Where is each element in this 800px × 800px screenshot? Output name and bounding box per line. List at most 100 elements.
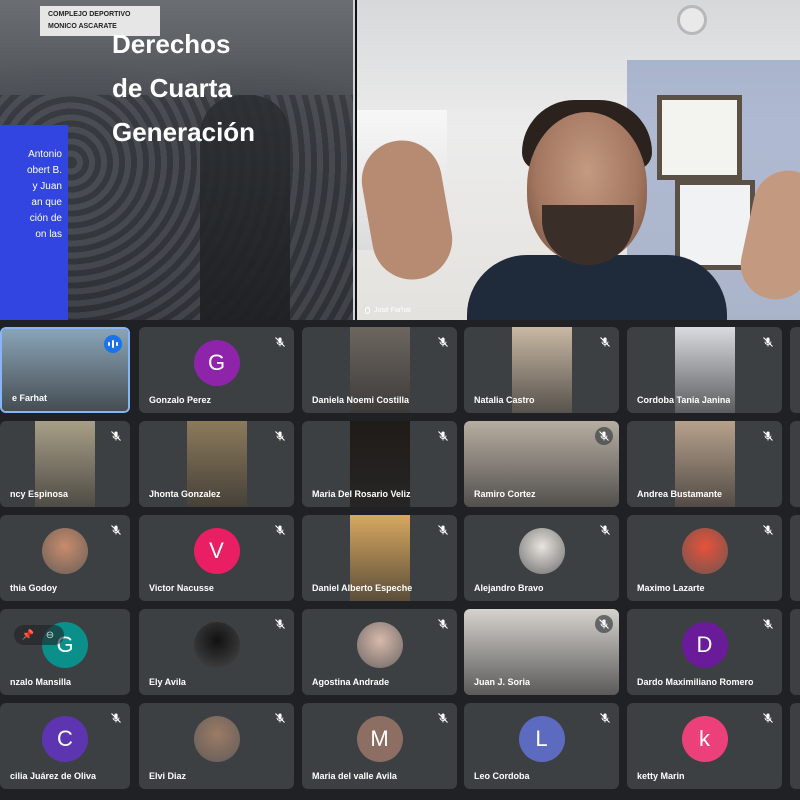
participant-name: Ramiro Cortez [474,489,536,499]
participant-tile[interactable]: thia Godoy [0,515,130,601]
tile-hover-controls[interactable]: 📌 ⊖ [14,625,64,645]
participant-profile-photo [681,528,728,575]
participant-name: Gonzalo Perez [149,395,212,405]
participant-avatar: C [42,716,88,763]
participant-tile[interactable]: e Farhat [0,327,130,413]
presentation-area: COMPLEJO DEPORTIVO MONICO ASCARATE Anton… [0,0,800,320]
participant-tile[interactable]: Daniel Alberto Espeche [302,515,457,601]
participant-tile[interactable]: Ccilia Juárez de Oliva [0,703,130,789]
slide-title-line: de Cuarta [112,73,232,103]
participant-name: Elvi Diaz [149,771,187,781]
participant-tile[interactable]: k ketty Marin [627,703,782,789]
participant-tile[interactable]: Elvi Diaz [139,703,294,789]
slide-box-line: ción de [29,213,62,224]
participant-name: Daniel Alberto Espeche [312,583,413,593]
participant-name: Maria del valle Avila [312,771,397,781]
participant-tile[interactable]: L Leo Cordoba [464,703,619,789]
presenter-body [467,255,727,320]
speaking-indicator-icon [104,335,122,353]
participant-tile[interactable]: D Dardo Maximiliano Romero [627,609,782,695]
slide-box-line: y Juan [32,181,62,192]
participant-tile-partial[interactable] [790,327,800,413]
participant-tile[interactable]: Alejandro Bravo [464,515,619,601]
presenter-name: José Farhat [374,307,411,314]
participant-name: Alejandro Bravo [474,583,544,593]
pin-icon[interactable]: 📌 [22,629,34,641]
wall-diploma [657,95,742,180]
mic-muted-icon [762,429,774,441]
participant-name: Maximo Lazarte [637,583,705,593]
participant-tile[interactable]: Maria Del Rosario Veliz [302,421,457,507]
meeting-stage: COMPLEJO DEPORTIVO MONICO ASCARATE Anton… [0,0,800,800]
slide-box-line: Antonio [28,149,62,160]
remove-icon[interactable]: ⊖ [44,629,56,641]
mic-muted-icon [437,523,449,535]
participant-profile-photo [42,528,88,575]
participant-tile[interactable]: Maximo Lazarte [627,515,782,601]
slide-box-line: an que [31,197,62,208]
participant-tile-partial[interactable] [790,421,800,507]
presentation-divider [353,0,355,320]
smoke-detector [677,5,707,35]
participant-avatar: G [193,340,240,387]
participant-name: ketty Marin [637,771,685,781]
participant-name: Agostina Andrade [312,677,390,687]
mic-muted-icon [110,711,122,723]
participant-tile[interactable]: V Victor Nacusse [139,515,294,601]
mic-icon [365,307,370,314]
mic-muted-icon [437,335,449,347]
participant-tile[interactable]: Ely Avila [139,609,294,695]
participant-name: Leo Cordoba [474,771,530,781]
participant-name: ncy Espinosa [10,489,69,499]
participant-name: thia Godoy [10,583,57,593]
presenter-name-tag: José Farhat [365,307,411,314]
participant-tile-partial[interactable] [790,609,800,695]
participant-name: Dardo Maximiliano Romero [637,677,754,687]
participant-avatar: V [193,528,240,575]
participant-tile[interactable]: Agostina Andrade [302,609,457,695]
participant-tile-partial[interactable] [790,515,800,601]
participant-tile[interactable]: Jhonta Gonzalez [139,421,294,507]
participant-name: Natalia Castro [474,395,535,405]
participant-tile[interactable]: Ramiro Cortez [464,421,619,507]
mic-muted-icon [274,617,286,629]
participant-avatar: L [518,716,565,763]
participant-tile[interactable]: G Gonzalo Perez [139,327,294,413]
mic-muted-icon [274,523,286,535]
mic-muted-icon [110,523,122,535]
participant-tile[interactable]: Daniela Noemi Costilla [302,327,457,413]
slide-title-line: Generación [112,117,256,147]
mic-muted-icon [274,429,286,441]
participant-name: Maria Del Rosario Veliz [312,489,411,499]
mic-muted-icon [595,615,613,633]
participant-avatar: D [681,622,728,669]
participant-profile-photo [193,716,240,763]
mic-muted-icon [762,523,774,535]
mic-muted-icon [274,711,286,723]
participant-name: Juan J. Soria [474,677,531,687]
participant-grid: e Farhat G Gonzalo Perez Daniela Noemi Cost… [0,327,800,800]
participant-name: nzalo Mansilla [10,677,72,687]
participant-name: Andrea Bustamante [637,489,723,499]
participant-tile[interactable]: Cordoba Tania Janina [627,327,782,413]
presenter-video[interactable]: José Farhat [357,0,800,320]
participant-profile-photo [356,622,403,669]
participant-profile-photo [518,528,565,575]
mic-muted-icon [274,335,286,347]
participant-tile[interactable]: G 📌 ⊖ nzalo Mansilla [0,609,130,695]
participant-name: Victor Nacusse [149,583,214,593]
participant-tile[interactable]: Andrea Bustamante [627,421,782,507]
slide-title-line: Derechos [112,29,231,59]
participant-tile[interactable]: Juan J. Soria [464,609,619,695]
participant-name: Ely Avila [149,677,186,687]
participant-tile[interactable]: M Maria del valle Avila [302,703,457,789]
mic-muted-icon [762,711,774,723]
participant-tile[interactable]: Natalia Castro [464,327,619,413]
participant-tile[interactable]: ncy Espinosa [0,421,130,507]
mic-muted-icon [595,427,613,445]
participant-profile-photo [193,622,240,669]
mic-muted-icon [437,429,449,441]
participant-tile-partial[interactable] [790,703,800,789]
participant-name: cilia Juárez de Oliva [10,771,97,781]
mic-muted-icon [599,523,611,535]
